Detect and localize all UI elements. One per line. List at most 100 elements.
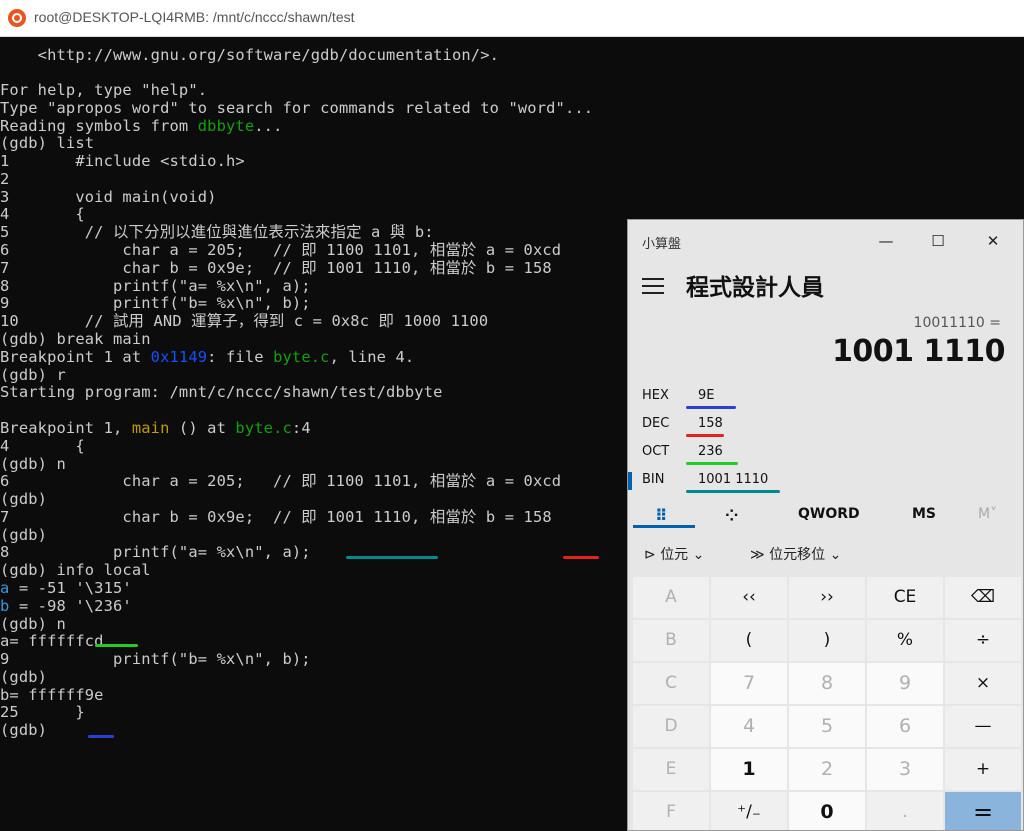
terminal-text: <http://www.gnu.org/software/gdb/documen… <box>0 46 500 64</box>
terminal-text: (gdb) n <box>0 615 66 633</box>
key-1[interactable]: 1 <box>711 749 787 790</box>
annotation-underline <box>563 556 599 559</box>
qword-button[interactable]: QWORD <box>798 506 860 522</box>
key-C[interactable]: C <box>633 663 709 704</box>
key-%[interactable]: % <box>867 620 943 661</box>
annotation-underline <box>686 490 780 493</box>
bit-toggle-icon[interactable]: ⁘ <box>725 506 738 525</box>
terminal-text: = -98 '\236' <box>9 597 132 615</box>
radix-value: 158 <box>698 416 723 431</box>
key-decimal[interactable]: . <box>867 792 943 830</box>
terminal-text: (gdb) <box>0 721 48 739</box>
key-F[interactable]: F <box>633 792 709 830</box>
terminal-text: (gdb) info local <box>0 561 151 579</box>
close-button[interactable]: ✕ <box>973 228 1013 254</box>
key-B[interactable]: B <box>633 620 709 661</box>
key-+[interactable]: + <box>945 749 1021 790</box>
key-‹‹[interactable]: ‹‹ <box>711 577 787 618</box>
key-)[interactable]: ) <box>789 620 865 661</box>
terminal-text: b= ffffff9e <box>0 686 104 704</box>
radix-label: OCT <box>642 444 670 459</box>
terminal-line: 9 printf("b= %x\n", b); <box>0 650 311 668</box>
radix-label: DEC <box>642 416 670 431</box>
terminal-text: 6 char a = 205; // 即 1100 1101, 相當於 a = … <box>0 472 562 490</box>
annotation-underline <box>88 735 114 738</box>
terminal-line: For help, type "help". <box>0 81 207 99</box>
bitwise-dropdown[interactable]: ⊳ 位元 ⌄ <box>644 544 704 564</box>
key-A[interactable]: A <box>633 577 709 618</box>
annotation-underline <box>686 406 736 409</box>
key-([interactable]: ( <box>711 620 787 661</box>
terminal-text: 4 { <box>0 437 85 455</box>
radix-row-bin[interactable]: BIN 1001 1110 <box>642 472 768 487</box>
chevron-down-icon: ⌄ <box>829 547 842 563</box>
radix-row-hex[interactable]: HEX 9E <box>642 388 715 403</box>
terminal-text: 7 char b = 0x9e; // 即 1001 1110, 相當於 b =… <box>0 259 552 277</box>
terminal-text: 1 #include <stdio.h> <box>0 152 245 170</box>
key-0[interactable]: 0 <box>789 792 865 830</box>
terminal-text: 6 char a = 205; // 即 1100 1101, 相當於 a = … <box>0 241 562 259</box>
menu-icon[interactable] <box>642 278 664 294</box>
terminal-text: 8 printf("a= %x\n", a); <box>0 543 311 561</box>
key-equals[interactable]: = <box>945 792 1021 830</box>
terminal-line: 25 } <box>0 703 85 721</box>
terminal-line: (gdb) <box>0 668 47 686</box>
minimize-button[interactable]: — <box>866 228 906 254</box>
terminal-line: 6 char a = 205; // 即 1100 1101, 相當於 a = … <box>0 472 561 490</box>
radix-value: 1001 1110 <box>698 472 769 487</box>
key-››[interactable]: ›› <box>789 577 865 618</box>
bitshift-dropdown[interactable]: ≫ 位元移位 ⌄ <box>750 544 841 564</box>
key-5[interactable]: 5 <box>789 706 865 747</box>
maximize-button[interactable]: ☐ <box>918 228 958 254</box>
key-3[interactable]: 3 <box>867 749 943 790</box>
mode-title: 程式設計人員 <box>686 275 824 301</box>
terminal-line: 5 // 以下分別以進位與進位表示法來指定 a 與 b: <box>0 223 434 241</box>
terminal-text: a= ffffffcd <box>0 632 104 650</box>
bitwise-label: 位元 <box>660 547 689 563</box>
key-⌫[interactable]: ⌫ <box>945 577 1021 618</box>
key-8[interactable]: 8 <box>789 663 865 704</box>
terminal-text: dbbyte <box>197 117 255 135</box>
bitshift-label: 位元移位 <box>769 547 826 563</box>
key-2[interactable]: 2 <box>789 749 865 790</box>
terminal-text: : file <box>207 348 274 366</box>
terminal-text: byte.c <box>273 348 330 366</box>
terminal-line: Breakpoint 1 at 0x1149: file byte.c, lin… <box>0 348 414 366</box>
terminal-title: root@DESKTOP-LQI4RMB: /mnt/c/nccc/shawn/… <box>34 9 355 25</box>
memory-store-button[interactable]: MS <box>912 506 936 522</box>
radix-row-dec[interactable]: DEC 158 <box>642 416 723 431</box>
key-6[interactable]: 6 <box>867 706 943 747</box>
result-display: 1001 1110 <box>832 334 1005 369</box>
keypad-icon[interactable]: ⠿ <box>655 506 668 525</box>
key-7[interactable]: 7 <box>711 663 787 704</box>
radix-row-oct[interactable]: OCT 236 <box>642 444 723 459</box>
key-D[interactable]: D <box>633 706 709 747</box>
terminal-text: (gdb) <box>0 526 48 544</box>
terminal-line: 4 { <box>0 205 85 223</box>
memory-list-button[interactable]: M˅ <box>978 506 997 522</box>
terminal-line: b= ffffff9e <box>0 686 104 704</box>
terminal-text: (gdb) r <box>0 366 66 384</box>
key-E[interactable]: E <box>633 749 709 790</box>
key-4[interactable]: 4 <box>711 706 787 747</box>
calculator-window: 小算盤 — ☐ ✕ 程式設計人員 10011110 = 1001 1110 HE… <box>627 219 1024 831</box>
terminal-text: Starting program: /mnt/c/nccc/shawn/test… <box>0 383 443 401</box>
terminal-text: 25 } <box>0 703 85 721</box>
key-⁺/₋[interactable]: ⁺/₋ <box>711 792 787 830</box>
terminal-line: 8 printf("a= %x\n", a); <box>0 277 311 295</box>
key-—[interactable]: — <box>945 706 1021 747</box>
terminal-text: ... <box>254 117 283 135</box>
terminal-text: Breakpoint 1 at <box>0 348 151 366</box>
terminal-text: 2 <box>0 170 10 188</box>
annotation-underline <box>95 644 138 647</box>
key-×[interactable]: × <box>945 663 1021 704</box>
key-CE[interactable]: CE <box>867 577 943 618</box>
terminal-line: 2 <box>0 170 9 188</box>
terminal-text: (gdb) list <box>0 134 95 152</box>
terminal-text: main <box>131 419 170 437</box>
annotation-underline <box>686 434 724 437</box>
terminal-text: 8 printf("a= %x\n", a); <box>0 277 311 295</box>
radix-value: 236 <box>698 444 723 459</box>
key-9[interactable]: 9 <box>867 663 943 704</box>
key-÷[interactable]: ÷ <box>945 620 1021 661</box>
